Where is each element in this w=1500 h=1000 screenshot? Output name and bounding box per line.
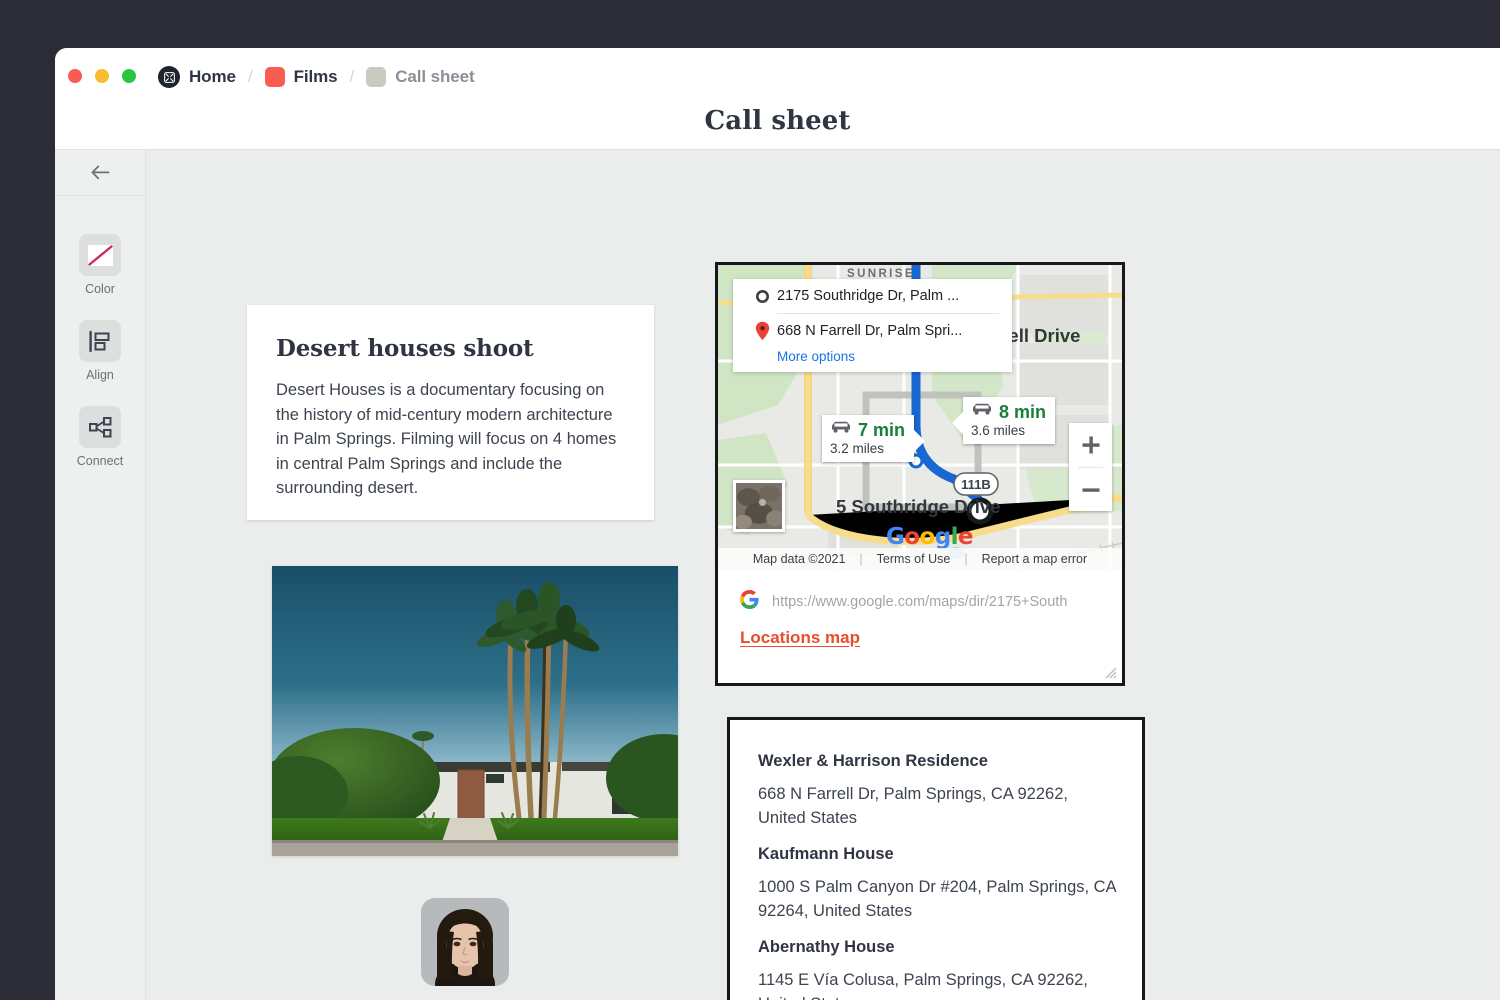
directions-origin-row[interactable]: 2175 Southridge Dr, Palm ...	[733, 279, 1012, 313]
address-entry: Kaufmann House 1000 S Palm Canyon Dr #20…	[758, 845, 1116, 923]
color-swatch-icon-call-sheet	[366, 67, 386, 87]
map-url-row[interactable]: https://www.google.com/maps/dir/2175+Sou…	[718, 570, 1122, 614]
breadcrumb-separator-2: /	[347, 67, 356, 87]
breadcrumb-label-home: Home	[189, 67, 236, 87]
minus-icon	[1081, 480, 1101, 500]
breadcrumb-item-call-sheet[interactable]: Call sheet	[366, 67, 474, 87]
breadcrumb-label-films: Films	[294, 67, 338, 87]
breadcrumb-item-home[interactable]: Home	[158, 66, 236, 88]
directions-panel[interactable]: 2175 Southridge Dr, Palm ... 668 N Farre…	[733, 279, 1012, 372]
route-time-1: 7 min	[858, 421, 905, 439]
route-time-2: 8 min	[999, 403, 1046, 421]
color-icon	[79, 234, 121, 276]
toolbar-item-color[interactable]: Color	[55, 234, 145, 296]
left-toolbar: Color Align	[55, 150, 146, 1000]
resize-handle-icon[interactable]	[1104, 666, 1117, 679]
map-pin-icon	[747, 321, 777, 341]
tool-list: Color Align	[55, 196, 145, 468]
toolbar-item-align[interactable]: Align	[55, 320, 145, 382]
wordmark-letter-g: G	[886, 524, 904, 550]
breadcrumb-separator: /	[246, 67, 255, 87]
address-entry: Wexler & Harrison Residence 668 N Farrel…	[758, 752, 1116, 830]
route-bubble-1[interactable]: 7 min 3.2 miles	[822, 415, 914, 462]
avatar	[421, 898, 509, 986]
page-title: Call sheet	[55, 106, 1500, 136]
address-line: 1145 E Vía Colusa, Palm Springs, CA 9226…	[758, 968, 1116, 1000]
align-icon	[79, 320, 121, 362]
connect-icon	[79, 406, 121, 448]
map-data-copyright: Map data ©2021	[753, 552, 846, 566]
note-card-title: Desert houses shoot	[276, 335, 654, 362]
google-wordmark: Google	[886, 524, 973, 550]
wordmark-letter-o1: o	[904, 524, 919, 550]
address-name: Kaufmann House	[758, 845, 1116, 864]
breadcrumb-item-films[interactable]: Films	[265, 67, 338, 87]
address-card[interactable]: Wexler & Harrison Residence 668 N Farrel…	[727, 717, 1145, 1000]
map-card[interactable]: 111B SUNRISE n Farrell Drive 5 Southridg…	[715, 262, 1125, 686]
house-photo-image	[272, 566, 678, 856]
map-zoom-in-button[interactable]	[1069, 423, 1112, 467]
note-card[interactable]: Desert houses shoot Desert Houses is a d…	[247, 305, 654, 520]
map-viewport[interactable]: 111B SUNRISE n Farrell Drive 5 Southridg…	[718, 265, 1122, 570]
map-url-text: https://www.google.com/maps/dir/2175+Sou…	[772, 594, 1094, 610]
wordmark-letter-l: l	[951, 524, 958, 550]
svg-text:111B: 111B	[961, 477, 991, 492]
route-bubble-2[interactable]: 8 min 3.6 miles	[963, 397, 1055, 444]
terms-of-use-link[interactable]: Terms of Use	[877, 552, 951, 566]
board-canvas[interactable]: Desert houses shoot Desert Houses is a d…	[147, 150, 1500, 1000]
avatar-image	[421, 898, 509, 986]
route-distance-2: 3.6 miles	[971, 423, 1046, 438]
address-entry: Abernathy House 1145 E Vía Colusa, Palm …	[758, 938, 1116, 1000]
toolbar-label-align: Align	[86, 368, 114, 382]
address-line: 668 N Farrell Dr, Palm Springs, CA 92262…	[758, 782, 1116, 830]
plus-icon	[1081, 435, 1101, 455]
photo-card[interactable]	[272, 566, 678, 856]
locations-map-link[interactable]: Locations map	[740, 628, 860, 648]
circle-outline-icon	[747, 289, 777, 304]
window-zoom-button[interactable]	[122, 69, 136, 83]
map-card-footer: https://www.google.com/maps/dir/2175+Sou…	[718, 570, 1122, 683]
address-line: 1000 S Palm Canyon Dr #204, Palm Springs…	[758, 875, 1116, 923]
car-icon	[971, 402, 993, 421]
color-swatch-icon-films	[265, 67, 285, 87]
street-view-image	[736, 483, 782, 529]
toolbar-item-connect[interactable]: Connect	[55, 406, 145, 468]
google-g-icon	[740, 590, 759, 614]
window-minimize-button[interactable]	[95, 69, 109, 83]
toolbar-label-connect: Connect	[77, 454, 124, 468]
report-map-error-link[interactable]: Report a map error	[982, 552, 1088, 566]
window-close-button[interactable]	[68, 69, 82, 83]
address-name: Abernathy House	[758, 938, 1116, 957]
map-zoom-controls[interactable]	[1069, 423, 1112, 511]
directions-destination-row[interactable]: 668 N Farrell Dr, Palm Spri...	[733, 314, 1012, 348]
map-attribution-bar: Map data ©2021 | Terms of Use | Report a…	[718, 548, 1122, 570]
attribution-divider-1: |	[859, 552, 862, 566]
attribution-divider-2: |	[964, 552, 967, 566]
app-window: Home / Films / Call sheet Call sheet	[55, 48, 1500, 1000]
directions-origin-text: 2175 Southridge Dr, Palm ...	[777, 288, 959, 304]
milanote-logo-icon	[158, 66, 180, 88]
toolbar-header	[55, 150, 145, 196]
note-card-body: Desert Houses is a documentary focusing …	[276, 378, 625, 501]
toolbar-label-color: Color	[85, 282, 115, 296]
arrow-left-icon[interactable]	[87, 160, 113, 186]
breadcrumb: Home / Films / Call sheet	[158, 64, 475, 90]
more-options-link[interactable]: More options	[777, 349, 1012, 364]
car-icon	[830, 420, 852, 439]
wordmark-letter-o2: o	[919, 524, 934, 550]
address-list: Wexler & Harrison Residence 668 N Farrel…	[730, 720, 1142, 1000]
directions-destination-text: 668 N Farrell Dr, Palm Spri...	[777, 323, 962, 339]
workspace: Color Align	[55, 150, 1500, 1000]
wordmark-letter-g2: g	[935, 524, 951, 550]
wordmark-letter-e: e	[958, 524, 973, 550]
person-card[interactable]: Sonya Myers (Host) 5 cards	[377, 898, 553, 1000]
address-name: Wexler & Harrison Residence	[758, 752, 1116, 771]
street-view-thumbnail[interactable]	[733, 480, 785, 532]
breadcrumb-label-call-sheet: Call sheet	[395, 67, 474, 87]
route-distance-1: 3.2 miles	[830, 441, 905, 456]
titlebar: Home / Films / Call sheet Call sheet	[55, 48, 1500, 150]
map-zoom-out-button[interactable]	[1069, 468, 1112, 512]
